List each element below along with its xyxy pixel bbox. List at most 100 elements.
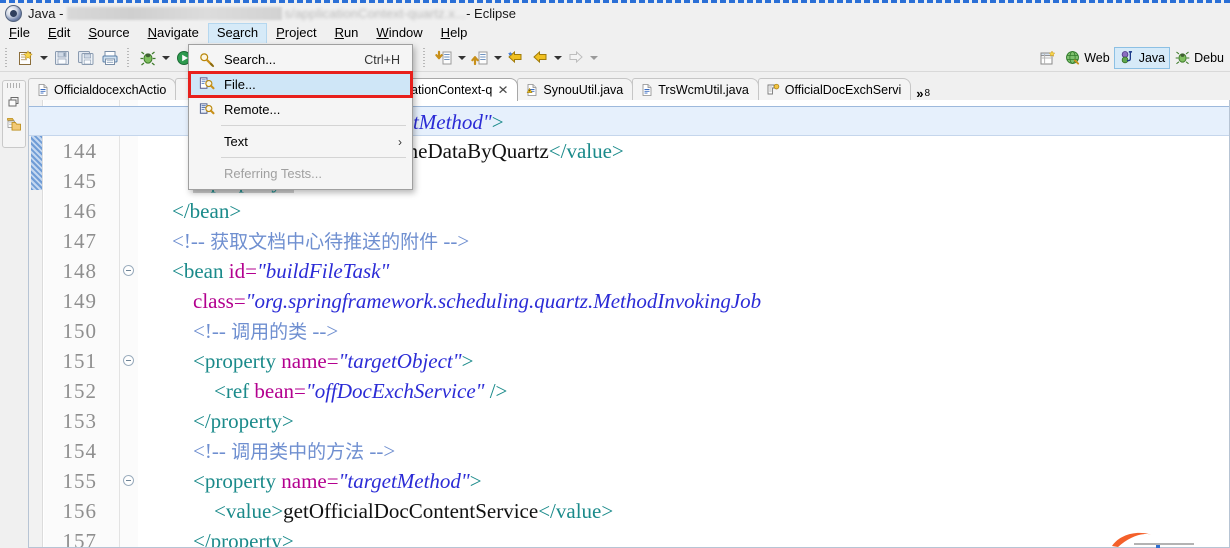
code-line[interactable]: <!-- 获取文档中心待推送的附件 -->	[139, 226, 1229, 256]
next-annotation-icon[interactable]	[433, 47, 455, 69]
code-token: name=	[281, 349, 339, 373]
tab-label: OfficialdocexchActio	[54, 83, 167, 97]
package-explorer-icon[interactable]	[4, 113, 24, 135]
menu-separator	[221, 125, 406, 126]
back-navigation-icon[interactable]	[529, 47, 551, 69]
menu-file[interactable]: File	[0, 23, 39, 43]
code-line[interactable]: <bean id="buildFileTask"	[139, 256, 1229, 286]
code-line[interactable]: </bean>	[139, 196, 1229, 226]
print-icon[interactable]	[99, 47, 121, 69]
tab-officialdocexchaction[interactable]: OfficialdocexchActio	[28, 78, 177, 101]
menu-item-remote-search[interactable]: Remote...	[189, 97, 412, 122]
back-navigation-dropdown-icon[interactable]	[552, 47, 564, 69]
java-file-icon	[640, 83, 654, 97]
previous-annotation-icon[interactable]	[469, 47, 491, 69]
line-number: 145	[62, 169, 97, 193]
fold-collapse-icon[interactable]	[123, 265, 134, 276]
line-number: 152	[62, 379, 97, 403]
code-token: <property	[193, 349, 282, 373]
tab-trswcmutil[interactable]: TrsWcmUtil.java	[632, 78, 759, 101]
code-line[interactable]: <property name="targetObject">	[139, 346, 1229, 376]
file-search-icon	[192, 74, 220, 96]
code-token: </property>	[193, 409, 294, 433]
next-annotation-dropdown-icon[interactable]	[456, 47, 468, 69]
forward-navigation-dropdown-icon[interactable]	[588, 47, 600, 69]
fast-view-bar	[2, 80, 26, 148]
menu-navigate[interactable]: Navigate	[139, 23, 208, 43]
menu-edit[interactable]: Edit	[39, 23, 79, 43]
toolbar-grip-6[interactable]	[422, 47, 428, 68]
open-perspective-icon[interactable]	[1037, 47, 1059, 69]
fold-collapse-icon[interactable]	[123, 355, 134, 366]
code-token: <!--	[151, 439, 232, 463]
code-line[interactable]: <ref bean="offDocExchService" />	[139, 376, 1229, 406]
toolbar-grip[interactable]	[4, 47, 10, 68]
perspective-java[interactable]: Java	[1113, 46, 1171, 69]
menu-source[interactable]: Source	[79, 23, 138, 43]
menu-item-text-submenu[interactable]: Text ›	[189, 129, 412, 154]
forward-navigation-icon[interactable]	[565, 47, 587, 69]
code-token: 调用类中的方法	[231, 441, 365, 463]
code-line[interactable]: class="org.springframework.scheduling.qu…	[139, 286, 1229, 316]
debug-dropdown-icon[interactable]	[160, 47, 172, 69]
restore-icon[interactable]	[4, 91, 24, 113]
menu-item-label: Remote...	[224, 102, 281, 117]
save-icon[interactable]	[51, 47, 73, 69]
menu-item-accelerator: Ctrl+H	[364, 52, 400, 67]
code-line[interactable]: <value>getOfficialDocContentService</val…	[139, 496, 1229, 526]
toolbar-grip-2[interactable]	[126, 47, 132, 68]
title-bar: Java - s/applicationContext-quartz.x... …	[0, 0, 1230, 23]
tab-officialdocexchservice[interactable]: OfficialDocExchServi	[757, 78, 912, 101]
new-wizard-icon[interactable]	[15, 47, 37, 69]
code-token: </property>	[193, 529, 294, 548]
tab-synoutil[interactable]: SynouUtil.java	[517, 78, 634, 101]
perspective-debug[interactable]: Debu	[1170, 47, 1228, 69]
menu-window[interactable]: Window	[367, 23, 431, 43]
code-token: -->	[438, 229, 470, 253]
window-title-blurred-path: s/applicationContext-quartz.x...	[284, 6, 467, 21]
fast-view-grip[interactable]	[7, 83, 21, 88]
menu-run[interactable]: Run	[326, 23, 368, 43]
code-token: <!--	[151, 229, 211, 253]
code-token: <bean	[172, 259, 229, 283]
code-token: >	[491, 110, 504, 134]
code-token: >	[461, 349, 474, 373]
previous-annotation-dropdown-icon[interactable]	[492, 47, 504, 69]
code-token: -->	[307, 319, 339, 343]
code-line[interactable]: </property>	[139, 406, 1229, 436]
code-line[interactable]: </property>	[139, 526, 1229, 548]
tab-overflow-indicator[interactable]: » 8	[910, 78, 934, 101]
perspective-debug-label: Debu	[1194, 50, 1224, 65]
save-all-icon[interactable]	[75, 47, 97, 69]
search-magnifier-icon	[192, 49, 220, 71]
menu-search[interactable]: Search	[207, 23, 268, 43]
menu-item-search[interactable]: Search... Ctrl+H	[189, 47, 412, 72]
search-menu-dropdown[interactable]: Search... Ctrl+H File... Remote... Text …	[188, 44, 413, 190]
fold-collapse-icon[interactable]	[123, 475, 134, 486]
tab-label: OfficialDocExchServi	[784, 83, 902, 97]
close-icon[interactable]: ✕	[498, 83, 509, 97]
code-line[interactable]: <!-- 调用类中的方法 -->	[139, 436, 1229, 466]
menu-help[interactable]: Help	[432, 23, 477, 43]
code-token: />	[484, 379, 508, 403]
menu-item-file-search[interactable]: File...	[188, 71, 413, 98]
code-token: getOfficialDocContentService	[283, 499, 539, 523]
debug-icon[interactable]	[137, 47, 159, 69]
line-number: 149	[62, 289, 97, 313]
perspective-web[interactable]: Web	[1060, 47, 1113, 69]
code-line[interactable]: <property name="targetMethod">	[139, 466, 1229, 496]
line-number: 147	[62, 229, 97, 253]
menu-bar: File Edit Source Navigate Search Project…	[0, 23, 1230, 43]
menu-project[interactable]: Project	[267, 23, 325, 43]
folding-ruler[interactable]	[120, 100, 138, 547]
last-edit-location-icon[interactable]	[505, 47, 527, 69]
tab-label: TrsWcmUtil.java	[658, 83, 749, 97]
code-line[interactable]: <!-- 调用的类 -->	[139, 316, 1229, 346]
window-title-suffix: - Eclipse	[466, 6, 516, 21]
new-wizard-dropdown-icon[interactable]	[38, 47, 50, 69]
annotation-overview-ruler[interactable]	[29, 100, 43, 547]
